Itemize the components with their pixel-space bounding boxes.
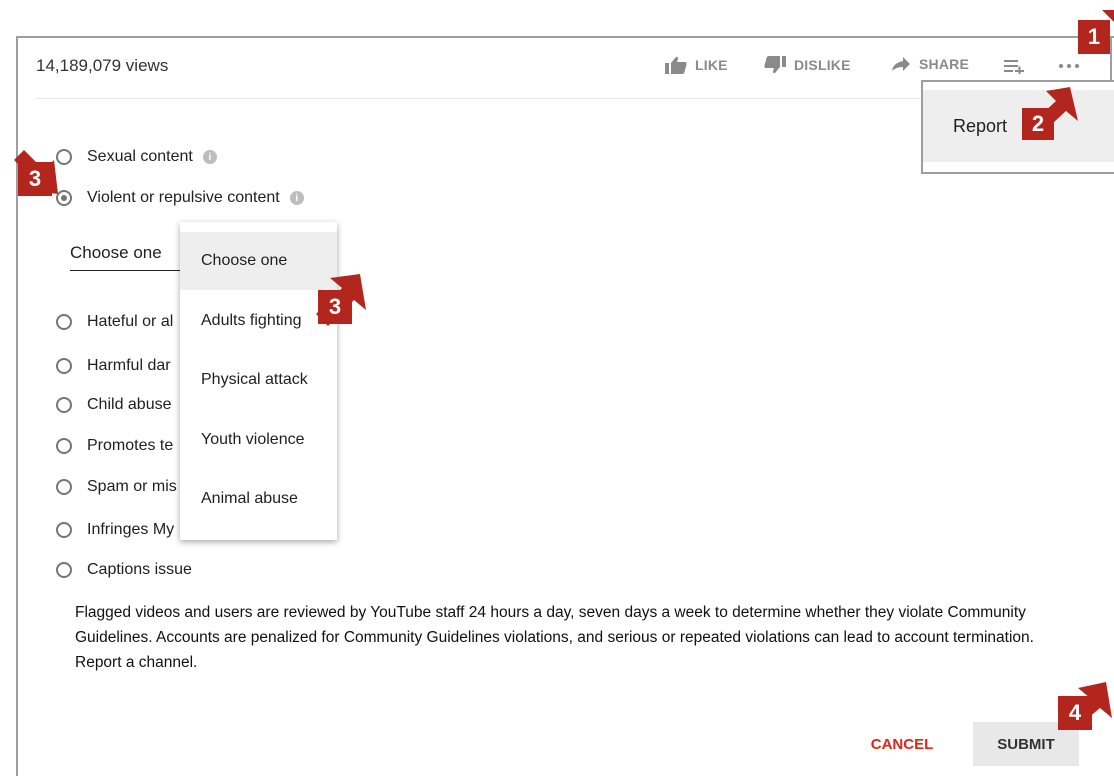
radio-label: Infringes My	[87, 521, 175, 538]
radio-option-harmful[interactable]: Harmful dar	[56, 357, 171, 375]
select-value: Choose one	[70, 243, 162, 262]
frame-border-top	[16, 36, 1114, 38]
radio-label: Promotes te	[87, 437, 174, 454]
like-label: LIKE	[695, 57, 728, 73]
frame-border-left	[16, 36, 18, 776]
more-icon	[1059, 64, 1079, 68]
radio-label: Sexual content	[87, 148, 193, 165]
radio-button[interactable]	[56, 562, 72, 578]
report-label: Report	[953, 115, 1008, 136]
info-icon[interactable]: i	[202, 150, 217, 164]
option-label: Animal abuse	[201, 490, 298, 507]
radio-option-infringes[interactable]: Infringes My	[56, 521, 174, 539]
radio-option-sexual-content[interactable]: Sexual content i	[56, 148, 217, 166]
radio-option-violent-content[interactable]: Violent or repulsive content i	[56, 189, 304, 207]
dislike-button[interactable]: DISLIKE	[764, 56, 851, 74]
radio-label: Spam or mis	[87, 478, 177, 495]
step-4-badge: 4	[1058, 696, 1092, 730]
share-arrow-icon	[892, 57, 910, 71]
report-menu-item[interactable]: Report	[923, 90, 1114, 162]
dropdown-option-youth-violence[interactable]: Youth violence	[180, 411, 337, 469]
radio-button[interactable]	[56, 358, 72, 374]
like-button[interactable]: LIKE	[665, 56, 728, 74]
step-2-badge: 2	[1022, 108, 1054, 140]
radio-button[interactable]	[56, 479, 72, 495]
more-actions-button[interactable]	[1058, 62, 1080, 70]
add-to-playlist-icon	[1004, 60, 1024, 74]
info-icon[interactable]: i	[289, 191, 304, 205]
review-policy-note: Flagged videos and users are reviewed by…	[75, 604, 1034, 671]
radio-option-promotes[interactable]: Promotes te	[56, 437, 173, 455]
thumb-up-icon	[665, 56, 687, 74]
step-1-badge: 1	[1078, 20, 1110, 54]
dislike-label: DISLIKE	[794, 57, 851, 73]
share-button[interactable]: SHARE	[891, 56, 969, 72]
radio-button[interactable]	[56, 438, 72, 454]
option-label: Adults fighting	[201, 312, 302, 329]
step-3-badge-left: 3	[18, 162, 52, 196]
more-actions-menu: Report	[921, 80, 1114, 174]
subcategory-dropdown-menu: Choose one Adults fighting Physical atta…	[180, 222, 337, 540]
radio-label: Harmful dar	[87, 357, 171, 374]
option-label: Youth violence	[201, 431, 305, 448]
radio-button[interactable]	[56, 522, 72, 538]
radio-option-child-abuse[interactable]: Child abuse	[56, 396, 172, 414]
dropdown-option-animal-abuse[interactable]: Animal abuse	[180, 470, 337, 528]
radio-label: Captions issue	[87, 561, 192, 578]
radio-option-spam[interactable]: Spam or mis	[56, 478, 177, 496]
share-label: SHARE	[919, 56, 970, 72]
thumb-down-icon	[764, 56, 786, 74]
option-label: Choose one	[201, 252, 288, 269]
radio-label: Hateful or al	[87, 313, 174, 330]
radio-button[interactable]	[56, 314, 72, 330]
step-3-badge-dropdown: 3	[318, 290, 352, 324]
radio-option-captions[interactable]: Captions issue	[56, 561, 192, 579]
radio-label: Violent or repulsive content	[87, 189, 280, 206]
radio-button[interactable]	[56, 397, 72, 413]
radio-label: Child abuse	[87, 396, 172, 413]
add-to-playlist-button[interactable]	[1004, 58, 1026, 74]
option-label: Physical attack	[201, 371, 308, 388]
cancel-button[interactable]: CANCEL	[849, 722, 955, 766]
dropdown-option-physical-attack[interactable]: Physical attack	[180, 351, 337, 409]
radio-option-hateful[interactable]: Hateful or al	[56, 313, 173, 331]
view-count: 14,189,079 views	[36, 56, 169, 75]
